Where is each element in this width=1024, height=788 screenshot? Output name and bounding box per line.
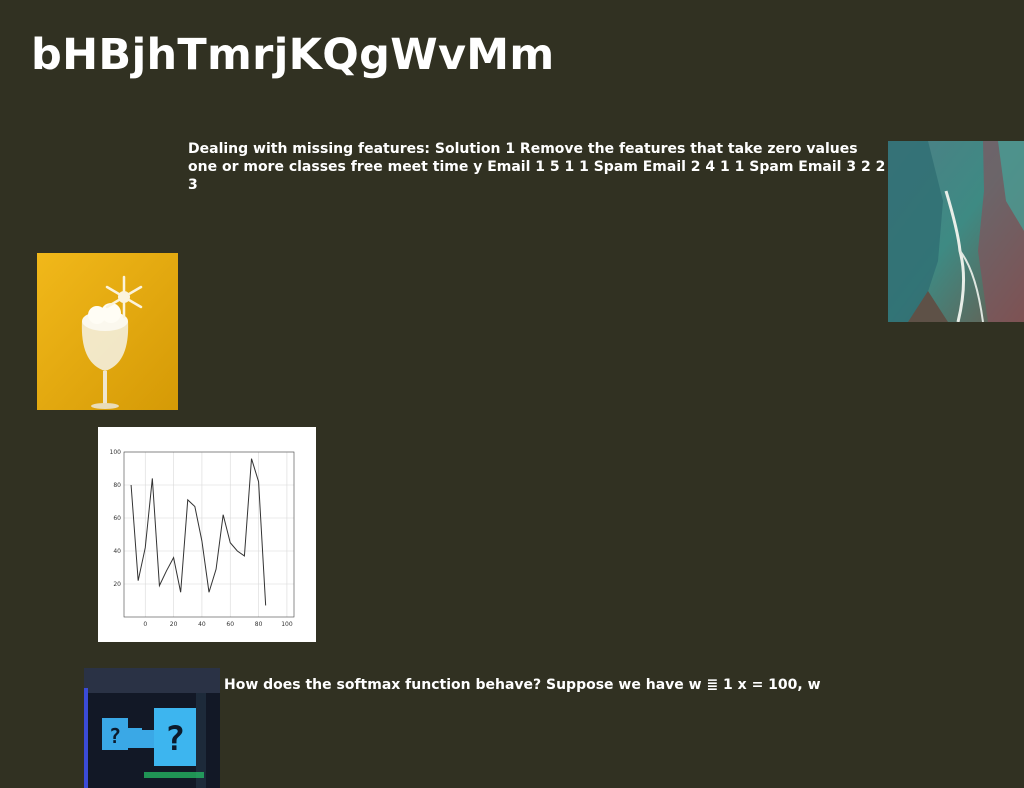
- page-title: bHBjhTmrjKQgWvMm: [31, 30, 555, 80]
- canyon-photo: [888, 141, 1024, 322]
- chart-series-line: [130, 458, 267, 606]
- y-tick-label: 20: [113, 581, 121, 588]
- x-tick-label: 60: [226, 621, 234, 628]
- x-tick-label: 100: [281, 621, 293, 628]
- x-tick-label: 40: [198, 621, 206, 628]
- text-block-missing-features: Dealing with missing features: Solution …: [188, 141, 886, 193]
- question-block-photo: ? ?: [84, 668, 220, 788]
- text-block-softmax: How does the softmax function behave? Su…: [224, 677, 821, 693]
- y-tick-label: 100: [110, 449, 122, 456]
- x-tick-label: 0: [143, 621, 147, 628]
- snowflake-glass-photo: [37, 253, 178, 410]
- y-tick-label: 40: [113, 548, 121, 555]
- x-tick-label: 20: [170, 621, 178, 628]
- svg-text:?: ?: [165, 719, 185, 759]
- x-tick-label: 80: [255, 621, 263, 628]
- y-tick-label: 60: [113, 515, 121, 522]
- y-tick-label: 80: [113, 482, 121, 489]
- line-chart: 0 20 40 60 80 100 20 40 60 80 100: [98, 427, 316, 642]
- line-chart-plot: 0 20 40 60 80 100 20 40 60 80 100: [110, 449, 295, 628]
- svg-text:?: ?: [109, 724, 121, 748]
